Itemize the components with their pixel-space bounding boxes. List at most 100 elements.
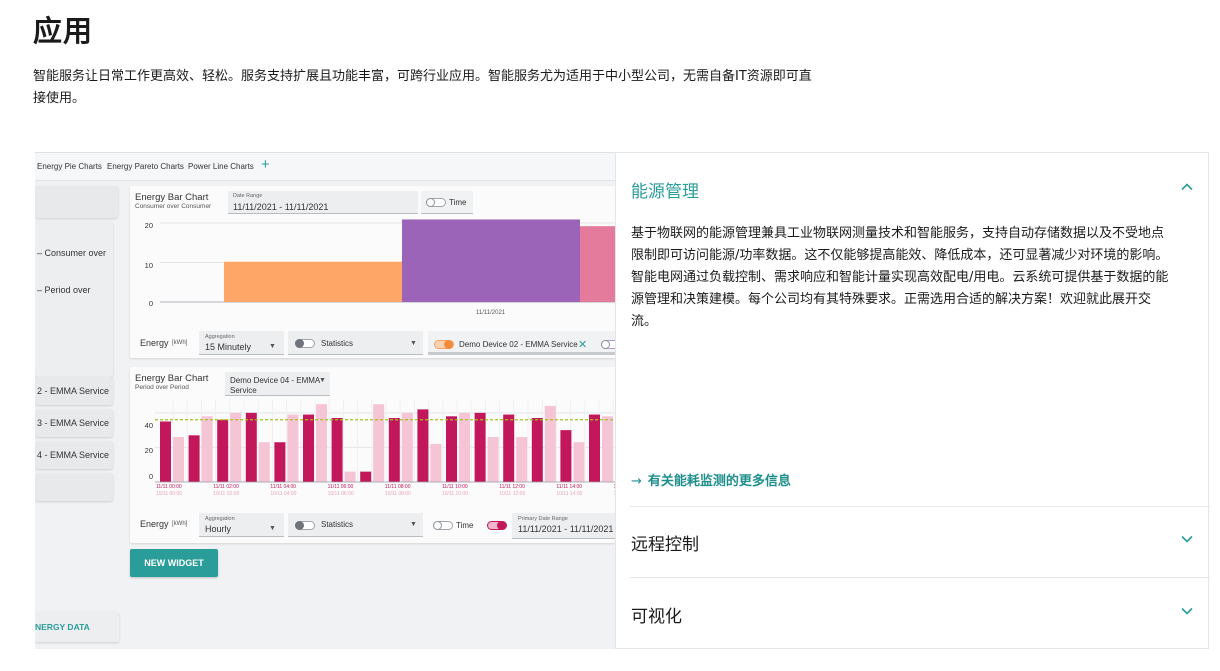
bar-secondary[interactable] xyxy=(230,412,242,482)
bar-primary[interactable] xyxy=(589,414,600,482)
consumer-bar-chart xyxy=(160,219,616,303)
bar-secondary[interactable] xyxy=(544,405,556,482)
bar-secondary[interactable] xyxy=(516,437,528,482)
bar-primary[interactable] xyxy=(560,430,572,482)
side-card[interactable] xyxy=(35,186,118,218)
chevron-down-icon: ▼ xyxy=(410,340,417,347)
chevron-down-icon: ▼ xyxy=(269,525,276,532)
x-tick-label-secondary: 10/11 04:00 xyxy=(270,491,297,497)
bar-primary[interactable] xyxy=(360,471,372,482)
bar-secondary[interactable] xyxy=(430,443,442,482)
energy-label: Energy xyxy=(140,338,169,348)
tab-energy-pareto-charts[interactable]: Energy Pareto Charts xyxy=(107,162,184,171)
bar[interactable] xyxy=(580,226,616,302)
bar-secondary[interactable] xyxy=(201,416,213,482)
chevron-up-icon[interactable] xyxy=(1179,179,1195,195)
aggregation-value: 15 Minutely xyxy=(205,342,252,352)
bar-primary[interactable] xyxy=(245,412,257,482)
bar[interactable] xyxy=(224,261,402,302)
aggregation-label: Aggregation xyxy=(205,334,235,340)
bar-secondary[interactable] xyxy=(258,442,270,482)
y-tick-label: 0 xyxy=(148,299,153,308)
x-tick-label-secondary: 10/11 00:00 xyxy=(156,491,183,497)
accordion-title-visualization[interactable]: 可视化 xyxy=(631,602,682,627)
device-toggle[interactable] xyxy=(601,340,616,349)
x-tick-label: 11/11 00:00 xyxy=(156,484,182,490)
bar-primary[interactable] xyxy=(303,414,314,482)
side-item[interactable]: 2 - EMMA Service xyxy=(37,386,109,396)
time-toggle[interactable] xyxy=(433,521,453,530)
x-tick-label: 11/11 10:00 xyxy=(442,484,468,490)
side-item[interactable]: 3 - EMMA Service xyxy=(37,418,109,428)
bar-secondary[interactable] xyxy=(602,416,613,482)
bar-secondary[interactable] xyxy=(173,437,184,482)
tab-energy-pie-charts[interactable]: Energy Pie Charts xyxy=(37,162,102,171)
statistics-toggle[interactable] xyxy=(295,339,315,348)
bar[interactable] xyxy=(402,219,580,302)
bar-secondary[interactable] xyxy=(573,442,585,482)
bar-primary[interactable] xyxy=(388,418,400,482)
more-info-link[interactable]: → 有关能耗监测的更多信息 xyxy=(631,470,791,489)
chevron-down-icon[interactable] xyxy=(1179,531,1195,547)
chevron-down-icon: ▼ xyxy=(269,343,276,350)
date-range-label: Date Range xyxy=(233,193,263,199)
bar-secondary[interactable] xyxy=(287,414,299,482)
tab-power-line-charts[interactable]: Power Line Charts xyxy=(188,162,254,171)
bar-secondary[interactable] xyxy=(487,437,499,482)
bar-primary[interactable] xyxy=(331,418,343,482)
accordion-title-energy-management[interactable]: 能源管理 xyxy=(631,177,699,202)
device-select-value: Service xyxy=(230,386,257,395)
bar-secondary[interactable] xyxy=(459,412,470,482)
bar-primary[interactable] xyxy=(474,412,486,482)
x-tick-label-secondary: 10/11 10:00 xyxy=(442,491,469,497)
energy-data-label: NERGY DATA xyxy=(35,622,90,632)
unit-label: [kWh] xyxy=(172,340,188,346)
intro-text: 智能服务让日常工作更高效、轻松。服务支持扩展且功能丰富，可跨行业应用。智能服务尤… xyxy=(33,69,812,106)
x-tick-label: 11/11 12:00 xyxy=(499,484,525,490)
x-tick-label: 11/11 06:00 xyxy=(327,484,354,490)
time-toggle[interactable] xyxy=(426,198,446,207)
bar-primary[interactable] xyxy=(217,419,229,482)
time-label: Time xyxy=(456,521,474,530)
statistics-toggle[interactable] xyxy=(295,521,315,530)
side-item[interactable]: – Consumer over xyxy=(37,248,106,258)
primary-range-value: 11/11/2021 - 11/11/2021 xyxy=(518,524,614,534)
side-item[interactable]: – Period over xyxy=(37,285,91,295)
unit-label: [kWh] xyxy=(172,521,188,527)
x-tick-label: 11/11 08:00 xyxy=(384,484,411,490)
bar-primary[interactable] xyxy=(503,414,515,482)
date-range-value: 11/11/2021 - 11/11/2021 xyxy=(233,202,329,212)
x-tick-label-secondary: 10/11 02:00 xyxy=(213,491,240,497)
accordion-title-remote-control[interactable]: 远程控制 xyxy=(631,530,699,555)
x-tick-label-secondary: 10/11 08:00 xyxy=(384,491,411,497)
add-tab-icon[interactable]: + xyxy=(261,157,270,173)
arrow-right-icon: → xyxy=(631,474,642,489)
new-widget-button[interactable]: NEW WIDGET xyxy=(130,549,218,577)
x-tick-label: 11/11 02:00 xyxy=(213,484,239,490)
x-tick-label-secondary: 10/11 12:00 xyxy=(499,491,526,497)
bar-primary[interactable] xyxy=(188,435,200,482)
x-tick-label: 11/11 04:00 xyxy=(270,484,297,490)
chevron-down-icon: ▼ xyxy=(319,377,326,384)
bar-primary[interactable] xyxy=(531,418,543,482)
bar-primary[interactable] xyxy=(274,442,286,482)
primary-range-toggle[interactable] xyxy=(487,521,507,530)
bar-secondary[interactable] xyxy=(373,404,385,482)
statistics-label: Statistics xyxy=(321,339,354,348)
bar-primary[interactable] xyxy=(446,416,457,482)
device-toggle[interactable] xyxy=(434,340,454,349)
device-chip-label: Demo Device 02 - EMMA Service xyxy=(459,340,578,349)
close-icon[interactable]: ✕ xyxy=(578,338,587,351)
more-info-link-label: 有关能耗监测的更多信息 xyxy=(647,474,791,489)
bar-secondary[interactable] xyxy=(401,412,413,482)
bar-primary[interactable] xyxy=(160,421,171,482)
side-item[interactable]: 4 - EMMA Service xyxy=(37,450,109,460)
panel1-subtitle: Consumer over Consumer xyxy=(135,203,212,210)
side-card[interactable] xyxy=(35,473,113,501)
energy-data-button[interactable]: NERGY DATA xyxy=(35,612,119,642)
chevron-down-icon[interactable] xyxy=(1179,603,1195,619)
bar-secondary[interactable] xyxy=(344,471,356,482)
y-tick-label: 10 xyxy=(144,261,153,270)
bar-secondary[interactable] xyxy=(316,404,327,482)
divider xyxy=(630,577,1210,578)
